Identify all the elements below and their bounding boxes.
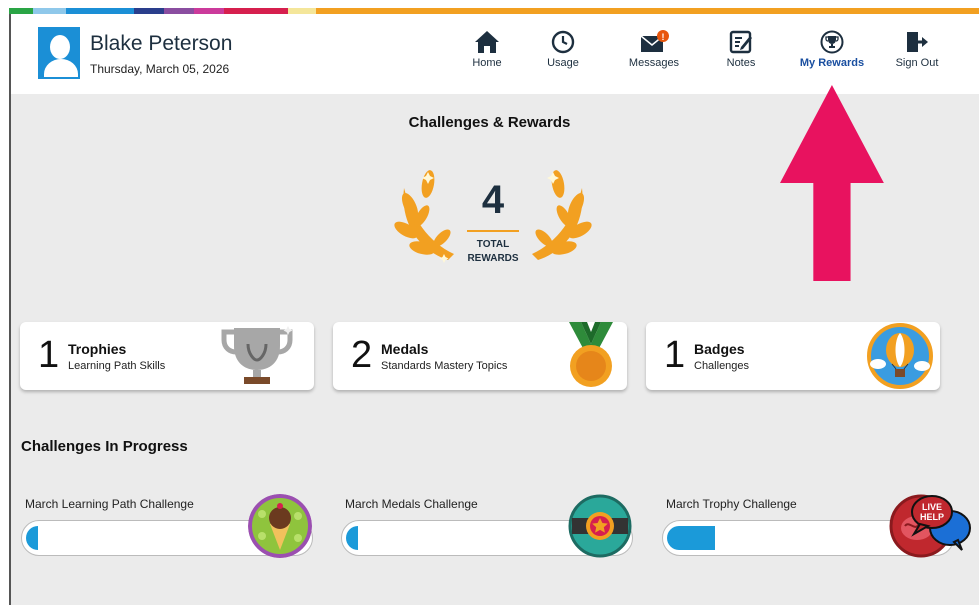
medals-count: 2 xyxy=(351,334,373,376)
trophies-card[interactable]: 1 Trophies Learning Path Skills xyxy=(20,322,314,390)
notes-icon xyxy=(729,30,752,54)
badges-subtitle: Challenges xyxy=(694,360,750,372)
badges-title: Badges xyxy=(694,341,745,357)
avatar[interactable] xyxy=(38,27,80,79)
nav-my-rewards[interactable]: My Rewards xyxy=(792,30,872,69)
badges-card[interactable]: 1 Badges Challenges xyxy=(646,322,940,390)
medal-icon xyxy=(569,322,613,387)
nav-sign-out-label: Sign Out xyxy=(895,57,939,69)
top-bar: Blake Peterson Thursday, March 05, 2026 … xyxy=(11,14,979,94)
medals-title: Medals xyxy=(381,341,429,357)
svg-text:!: ! xyxy=(662,32,665,42)
trophy-icon xyxy=(221,326,293,384)
clock-icon xyxy=(551,30,575,54)
challenge-label: March Trophy Challenge xyxy=(666,497,797,511)
live-help-text-line1: LIVE xyxy=(922,502,942,512)
challenge-label: March Learning Path Challenge xyxy=(25,497,194,511)
total-rewards-count: 4 xyxy=(481,178,505,222)
live-help-text-line2: HELP xyxy=(920,512,944,522)
challenge-progress-fill xyxy=(346,526,358,550)
nav-home[interactable]: Home xyxy=(447,30,527,69)
annotation-arrow-icon xyxy=(780,85,884,281)
medals-subtitle: Standards Mastery Topics xyxy=(381,360,508,372)
nav-usage-label: Usage xyxy=(547,57,579,69)
nav-notes-label: Notes xyxy=(726,57,756,69)
challenge-label: March Medals Challenge xyxy=(345,497,478,511)
trophies-count: 1 xyxy=(38,334,60,376)
current-date: Thursday, March 05, 2026 xyxy=(90,62,230,76)
nav-notes[interactable]: Notes xyxy=(701,30,781,69)
nav-usage[interactable]: Usage xyxy=(523,30,603,69)
trophy-circle-icon xyxy=(820,30,844,54)
nav-messages-label: Messages xyxy=(628,57,680,69)
medals-card[interactable]: 2 Medals Standards Mastery Topics xyxy=(333,322,627,390)
badges-count: 1 xyxy=(664,334,686,376)
trophies-title: Trophies xyxy=(68,341,127,357)
envelope-alert-icon: ! xyxy=(640,30,669,52)
nav-sign-out[interactable]: Sign Out xyxy=(877,30,957,69)
sign-out-icon xyxy=(907,32,928,52)
challenge-progress-fill xyxy=(26,526,38,550)
hot-air-balloon-badge-icon xyxy=(867,323,933,389)
live-help-button[interactable]: LIVE HELP xyxy=(910,490,972,552)
total-divider xyxy=(467,230,519,232)
nav-my-rewards-label: My Rewards xyxy=(799,57,865,69)
ice-cream-badge-icon xyxy=(248,494,312,558)
nav-messages[interactable]: ! Messages xyxy=(614,30,694,69)
star-belt-badge-icon xyxy=(568,494,632,558)
user-name: Blake Peterson xyxy=(90,32,233,55)
challenge-progress-fill xyxy=(667,526,715,550)
home-icon xyxy=(475,31,499,53)
challenges-title: Challenges In Progress xyxy=(21,438,188,455)
total-rewards-label: TOTAL REWARDS xyxy=(467,239,519,264)
trophies-subtitle: Learning Path Skills xyxy=(68,360,166,372)
nav-home-label: Home xyxy=(472,57,502,69)
